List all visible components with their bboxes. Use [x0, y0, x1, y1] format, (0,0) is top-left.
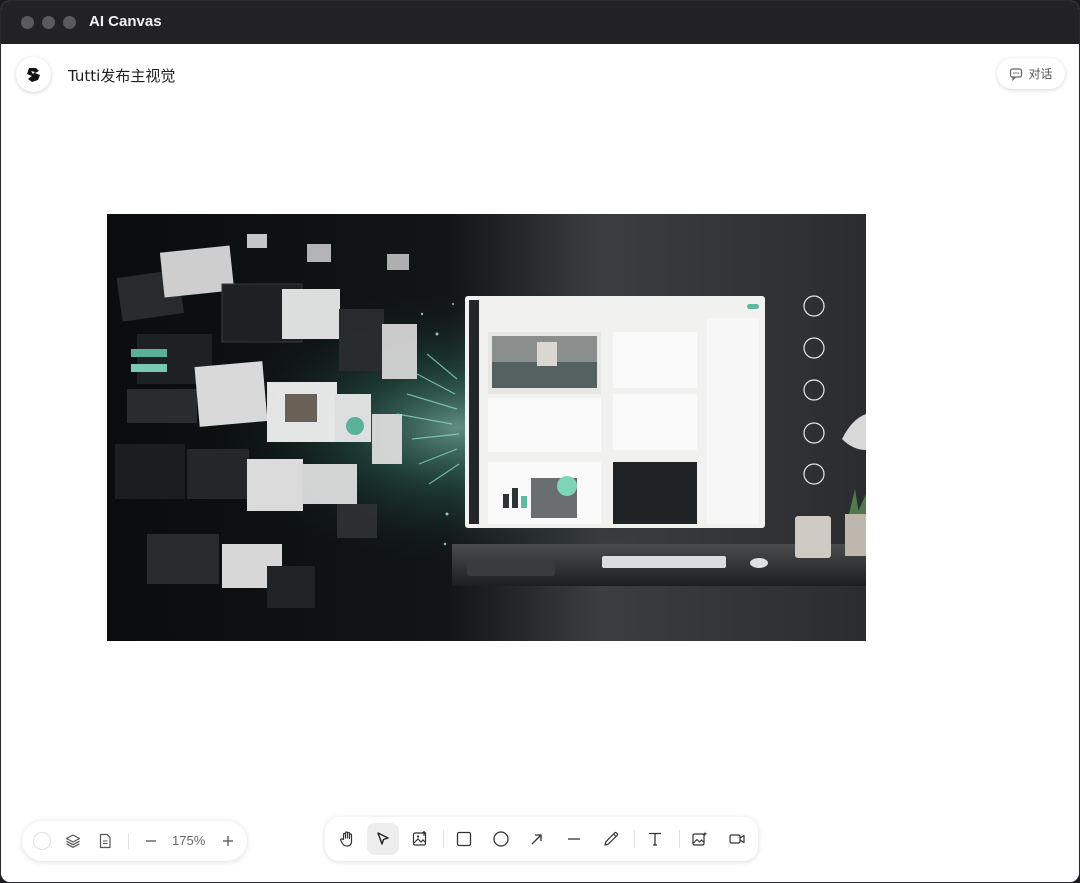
logo-icon — [26, 67, 40, 82]
line-icon — [568, 838, 580, 840]
tool-line[interactable] — [558, 823, 590, 855]
circle-icon — [493, 831, 509, 847]
zoom-in-button[interactable] — [215, 821, 241, 861]
tool-pencil[interactable] — [595, 823, 627, 855]
hand-icon — [340, 831, 353, 847]
tool-text[interactable] — [639, 823, 671, 855]
window-title: AI Canvas — [89, 13, 162, 30]
tool-video[interactable] — [721, 823, 753, 855]
document-button[interactable] — [92, 821, 118, 861]
chat-button[interactable]: 对话 — [997, 58, 1065, 89]
color-swatch[interactable] — [30, 821, 54, 861]
title-bar: AI Canvas — [1, 1, 1079, 44]
panel-divider — [128, 833, 129, 849]
chat-icon — [1010, 67, 1023, 81]
drawing-toolbar — [325, 817, 758, 861]
canvas-image[interactable] — [107, 214, 866, 641]
color-circle-icon — [33, 832, 51, 850]
arrow-icon — [531, 834, 542, 845]
tool-upload-image[interactable] — [404, 823, 436, 855]
tool-ai-image[interactable] — [684, 823, 716, 855]
ai-image-icon — [692, 831, 708, 846]
tool-select[interactable] — [367, 823, 399, 855]
document-title[interactable]: Tutti发布主视觉 — [68, 65, 175, 86]
toolbar-divider — [443, 830, 444, 848]
canvas-illustration — [107, 214, 866, 641]
image-upload-icon — [412, 830, 427, 846]
minimize-window-button[interactable] — [42, 16, 55, 29]
minus-icon — [146, 840, 156, 842]
toolbar-divider — [679, 830, 680, 848]
toolbar-divider — [634, 830, 635, 848]
tool-hand[interactable] — [331, 823, 363, 855]
zoom-level[interactable]: 175% — [172, 833, 205, 848]
cursor-icon — [377, 832, 389, 845]
zoom-out-button[interactable] — [138, 821, 164, 861]
document-icon — [99, 833, 111, 849]
plus-icon — [223, 836, 233, 846]
canvas-control-panel: 175% — [22, 821, 247, 861]
chat-button-label: 对话 — [1028, 67, 1053, 81]
video-icon — [729, 834, 745, 844]
close-window-button[interactable] — [21, 16, 34, 29]
tool-rectangle[interactable] — [448, 823, 480, 855]
layers-icon — [65, 834, 81, 848]
pencil-icon — [604, 831, 619, 846]
tool-arrow[interactable] — [521, 823, 553, 855]
rectangle-icon — [456, 831, 472, 847]
app-window: AI Canvas Tutti发布主视觉 对话 175% — [0, 0, 1080, 883]
text-icon — [649, 832, 661, 846]
layers-button[interactable] — [60, 821, 86, 861]
tool-ellipse[interactable] — [485, 823, 517, 855]
app-logo[interactable] — [16, 57, 51, 92]
maximize-window-button[interactable] — [63, 16, 76, 29]
